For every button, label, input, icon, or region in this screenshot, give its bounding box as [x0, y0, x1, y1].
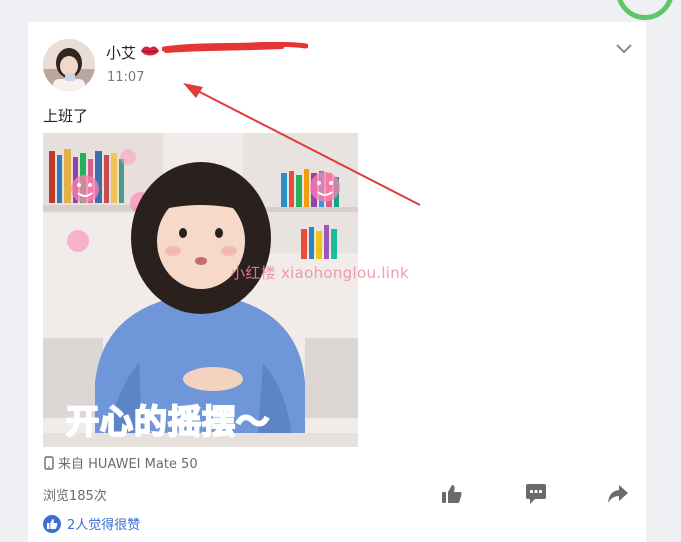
phone-icon [44, 455, 54, 470]
likes-text: 2人觉得很赞 [67, 518, 141, 533]
kiss-lips-icon [140, 43, 160, 62]
share-arrow-icon[interactable] [606, 483, 630, 505]
comment-icon[interactable] [524, 483, 548, 505]
post-image[interactable]: 开心的摇摆～ [43, 133, 358, 447]
device-label: 来自 HUAWEI Mate 50 [58, 457, 198, 472]
device-info: 来自 HUAWEI Mate 50 [43, 453, 198, 472]
view-count: 浏览185次 [43, 489, 107, 504]
like-badge-icon [43, 514, 61, 533]
avatar[interactable] [43, 39, 95, 91]
green-ring-decoration [616, 0, 674, 20]
image-caption: 开心的摇摆～ [65, 401, 270, 442]
like-summary[interactable]: 2人觉得很赞 [43, 514, 140, 533]
post-time: 11:07 [107, 70, 145, 85]
redaction-scribble [162, 42, 308, 53]
watermark: 小红楼 xiaohonglou.link [230, 264, 410, 282]
chevron-down-icon[interactable] [614, 41, 634, 55]
author-name[interactable]: 小艾 [106, 42, 136, 63]
post-text: 上班了 [43, 107, 89, 125]
thumbs-up-icon[interactable] [440, 483, 464, 505]
